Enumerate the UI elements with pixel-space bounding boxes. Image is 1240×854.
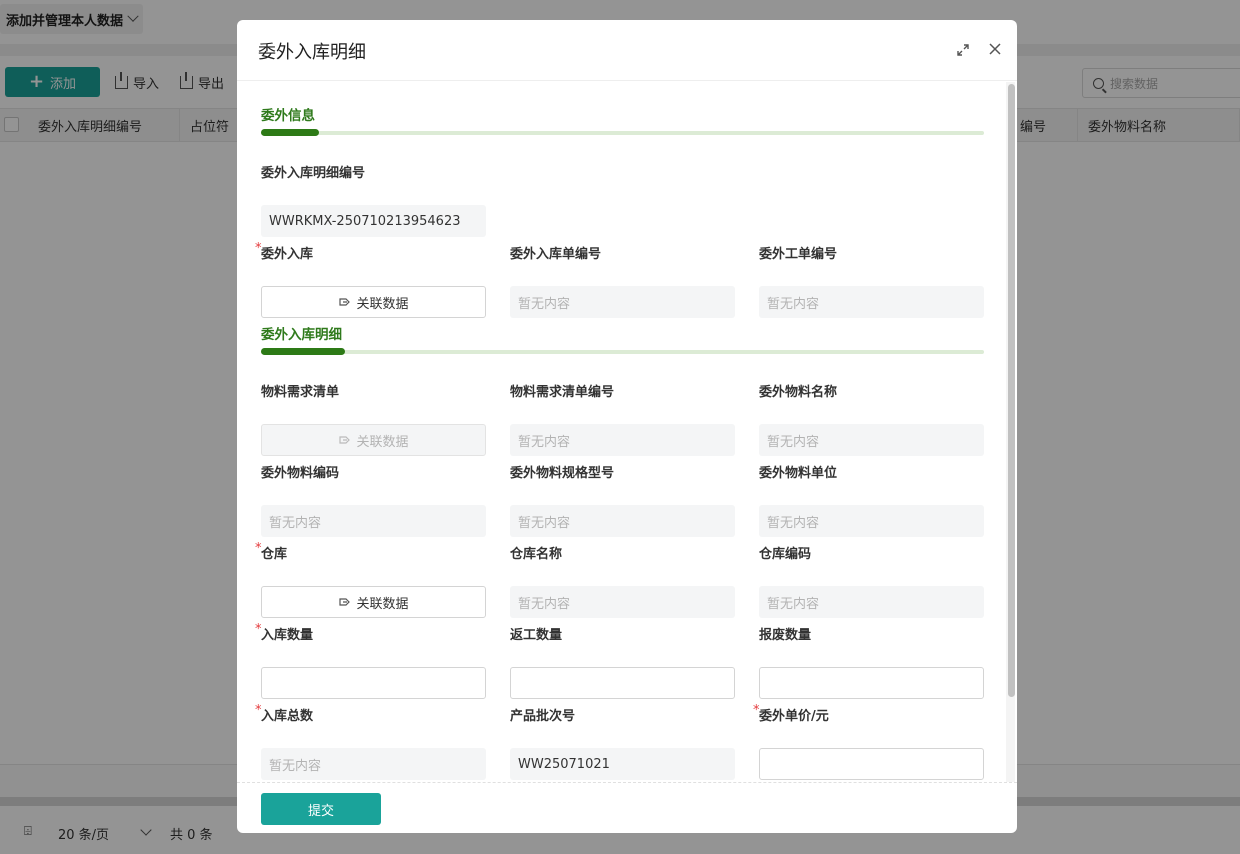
field-label: 委外工单编号 [759,247,838,262]
link-icon [339,598,351,606]
section-divider [261,129,984,136]
field-label: 产品批次号 [510,709,576,724]
expand-icon[interactable] [955,42,971,58]
order-no-field: 暂无内容 [759,286,984,318]
in-total-field: 暂无内容 [261,748,486,780]
warehouse-code-field: 暂无内容 [759,586,984,618]
material-code-field: 暂无内容 [261,505,486,537]
close-icon[interactable] [987,41,1003,57]
modal-footer: 提交 [237,782,1017,833]
modal-scrollbar-thumb[interactable] [1008,84,1015,697]
field-label: 委外物料规格型号 [510,466,615,481]
field-label: 委外入库明细编号 [261,166,366,181]
in-qty-input[interactable] [261,667,486,699]
field-label: 委外物料名称 [759,385,838,400]
warehouse-name-field: 暂无内容 [510,586,735,618]
relate-label: 关联数据 [356,596,409,612]
scrap-qty-input[interactable] [759,667,984,699]
section-title-detail: 委外入库明细 [261,327,342,343]
relate-label: 关联数据 [356,296,409,312]
field-label: 物料需求清单编号 [510,385,615,400]
field-label: 返工数量 [510,628,563,643]
inbound-no-field: 暂无内容 [510,286,735,318]
field-label: * 委外入库 [255,241,314,262]
field-label: * 入库总数 [255,703,314,724]
bom-relate-button: 关联数据 [261,424,486,456]
field-label: * 入库数量 [255,622,314,643]
unit-price-input[interactable] [759,748,984,780]
detail-modal: 委外入库明细 委外信息 委外入库明细编号 WWRKMX-250710213954… [237,20,1017,833]
material-unit-field: 暂无内容 [759,505,984,537]
warehouse-relate-button[interactable]: 关联数据 [261,586,486,618]
field-label: 委外入库单编号 [510,247,602,262]
modal-body: 委外信息 委外入库明细编号 WWRKMX-250710213954623 * 委外… [237,82,1017,782]
inbound-relate-button[interactable]: 关联数据 [261,286,486,318]
section-divider [261,348,984,355]
field-label: 物料需求清单 [261,385,340,400]
batch-no-field: WW25071021 [510,748,735,780]
modal-header: 委外入库明细 [237,20,1017,81]
material-spec-field: 暂无内容 [510,505,735,537]
field-label: 委外物料编码 [261,466,340,481]
relate-label: 关联数据 [356,434,409,450]
link-icon [339,436,351,444]
section-title-info: 委外信息 [261,108,315,124]
submit-button[interactable]: 提交 [261,793,381,825]
rework-qty-input[interactable] [510,667,735,699]
field-label: * 委外单价/元 [753,703,829,724]
link-icon [339,298,351,306]
field-label: 仓库名称 [510,547,563,562]
modal-title: 委外入库明细 [258,42,366,63]
field-label: 报废数量 [759,628,812,643]
bom-no-field: 暂无内容 [510,424,735,456]
field-label: 委外物料单位 [759,466,838,481]
field-label: * 仓库 [255,541,288,562]
detail-no-field: WWRKMX-250710213954623 [261,205,486,237]
material-name-field: 暂无内容 [759,424,984,456]
field-label: 仓库编码 [759,547,812,562]
